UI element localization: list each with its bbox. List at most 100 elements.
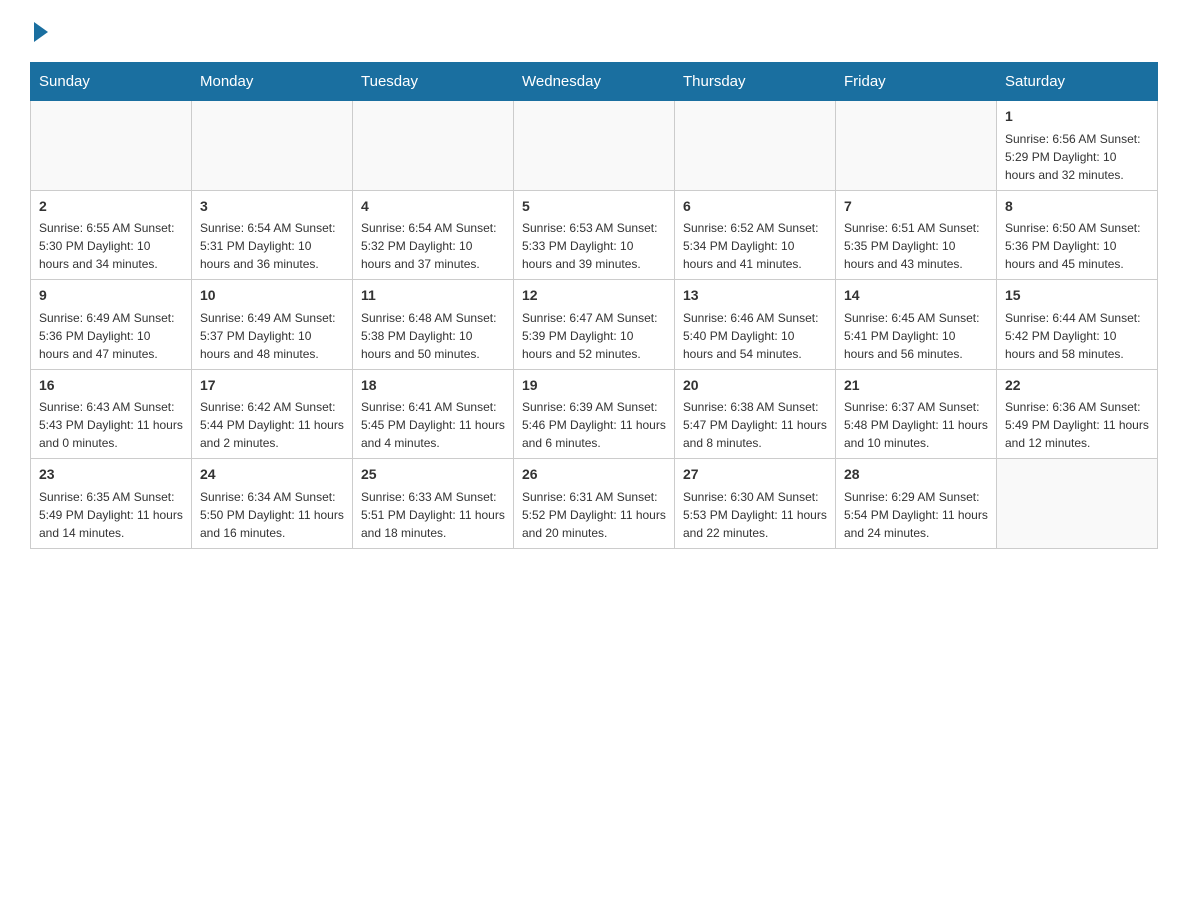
day-number: 14: [844, 286, 988, 306]
calendar-cell: 1 Sunrise: 6:56 AM Sunset: 5:29 PM Daylig…: [997, 101, 1158, 191]
calendar-cell: 22Sunrise: 6:36 AM Sunset: 5:49 PM Dayli…: [997, 369, 1158, 459]
calendar-cell: 15 Sunrise: 6:44 AM Sunset: 5:42 PM Dayli…: [997, 280, 1158, 370]
calendar-cell: 4Sunrise: 6:54 AM Sunset: 5:32 PM Daylig…: [353, 190, 514, 280]
day-info: Sunrise: 6:46 AM Sunset: 5:40 PM Dayligh…: [683, 309, 827, 363]
day-number: 18: [361, 376, 505, 396]
weekday-header-thursday: Thursday: [675, 63, 836, 101]
calendar-cell: 6Sunrise: 6:52 AM Sunset: 5:34 PM Daylig…: [675, 190, 836, 280]
calendar-cell: [192, 101, 353, 191]
calendar-table: SundayMondayTuesdayWednesdayThursdayFrid…: [30, 62, 1158, 549]
day-info: Sunrise: 6:39 AM Sunset: 5:46 PM Dayligh…: [522, 398, 666, 452]
calendar-cell: 23 Sunrise: 6:35 AM Sunset: 5:49 PM Dayli…: [31, 459, 192, 549]
weekday-header-wednesday: Wednesday: [514, 63, 675, 101]
day-info: Sunrise: 6:54 AM Sunset: 5:31 PM Dayligh…: [200, 219, 344, 273]
day-number: 13: [683, 286, 827, 306]
calendar-cell: 27 Sunrise: 6:30 AM Sunset: 5:53 PM Dayli…: [675, 459, 836, 549]
week-row-1: 1 Sunrise: 6:56 AM Sunset: 5:29 PM Daylig…: [31, 101, 1158, 191]
day-info: Sunrise: 6:44 AM Sunset: 5:42 PM Dayligh…: [1005, 309, 1149, 363]
weekday-header-sunday: Sunday: [31, 63, 192, 101]
day-number: 10: [200, 286, 344, 306]
day-number: 23: [39, 465, 183, 485]
day-info: Sunrise: 6:35 AM Sunset: 5:49 PM Dayligh…: [39, 488, 183, 542]
day-number: 25: [361, 465, 505, 485]
day-info: Sunrise: 6:43 AM Sunset: 5:43 PM Dayligh…: [39, 398, 183, 452]
day-info: Sunrise: 6:45 AM Sunset: 5:41 PM Dayligh…: [844, 309, 988, 363]
day-info: Sunrise: 6:51 AM Sunset: 5:35 PM Dayligh…: [844, 219, 988, 273]
day-info: Sunrise: 6:52 AM Sunset: 5:34 PM Dayligh…: [683, 219, 827, 273]
day-number: 15: [1005, 286, 1149, 306]
calendar-cell: 26 Sunrise: 6:31 AM Sunset: 5:52 PM Dayli…: [514, 459, 675, 549]
day-number: 4: [361, 197, 505, 217]
calendar-cell: 9Sunrise: 6:49 AM Sunset: 5:36 PM Daylig…: [31, 280, 192, 370]
day-info: Sunrise: 6:36 AM Sunset: 5:49 PM Dayligh…: [1005, 398, 1149, 452]
day-info: Sunrise: 6:42 AM Sunset: 5:44 PM Dayligh…: [200, 398, 344, 452]
day-number: 28: [844, 465, 988, 485]
day-number: 11: [361, 286, 505, 306]
day-info: Sunrise: 6:54 AM Sunset: 5:32 PM Dayligh…: [361, 219, 505, 273]
week-row-2: 2Sunrise: 6:55 AM Sunset: 5:30 PM Daylig…: [31, 190, 1158, 280]
day-number: 19: [522, 376, 666, 396]
calendar-cell: [353, 101, 514, 191]
day-number: 12: [522, 286, 666, 306]
calendar-cell: [997, 459, 1158, 549]
calendar-cell: 20Sunrise: 6:38 AM Sunset: 5:47 PM Dayli…: [675, 369, 836, 459]
day-info: Sunrise: 6:38 AM Sunset: 5:47 PM Dayligh…: [683, 398, 827, 452]
day-number: 17: [200, 376, 344, 396]
day-info: Sunrise: 6:41 AM Sunset: 5:45 PM Dayligh…: [361, 398, 505, 452]
calendar-cell: 10Sunrise: 6:49 AM Sunset: 5:37 PM Dayli…: [192, 280, 353, 370]
calendar-cell: 2Sunrise: 6:55 AM Sunset: 5:30 PM Daylig…: [31, 190, 192, 280]
day-info: Sunrise: 6:56 AM Sunset: 5:29 PM Dayligh…: [1005, 130, 1149, 184]
page-header: [30, 20, 1158, 42]
week-row-3: 9Sunrise: 6:49 AM Sunset: 5:36 PM Daylig…: [31, 280, 1158, 370]
day-number: 26: [522, 465, 666, 485]
weekday-header-friday: Friday: [836, 63, 997, 101]
day-info: Sunrise: 6:30 AM Sunset: 5:53 PM Dayligh…: [683, 488, 827, 542]
calendar-cell: 18Sunrise: 6:41 AM Sunset: 5:45 PM Dayli…: [353, 369, 514, 459]
calendar-cell: 25Sunrise: 6:33 AM Sunset: 5:51 PM Dayli…: [353, 459, 514, 549]
calendar-cell: 14 Sunrise: 6:45 AM Sunset: 5:41 PM Dayli…: [836, 280, 997, 370]
day-number: 8: [1005, 197, 1149, 217]
calendar-cell: 3Sunrise: 6:54 AM Sunset: 5:31 PM Daylig…: [192, 190, 353, 280]
day-number: 1: [1005, 107, 1149, 127]
calendar-cell: 28 Sunrise: 6:29 AM Sunset: 5:54 PM Dayli…: [836, 459, 997, 549]
day-info: Sunrise: 6:47 AM Sunset: 5:39 PM Dayligh…: [522, 309, 666, 363]
calendar-cell: [514, 101, 675, 191]
calendar-cell: [31, 101, 192, 191]
day-info: Sunrise: 6:37 AM Sunset: 5:48 PM Dayligh…: [844, 398, 988, 452]
day-number: 7: [844, 197, 988, 217]
day-number: 20: [683, 376, 827, 396]
day-info: Sunrise: 6:50 AM Sunset: 5:36 PM Dayligh…: [1005, 219, 1149, 273]
day-info: Sunrise: 6:34 AM Sunset: 5:50 PM Dayligh…: [200, 488, 344, 542]
day-info: Sunrise: 6:29 AM Sunset: 5:54 PM Dayligh…: [844, 488, 988, 542]
day-info: Sunrise: 6:31 AM Sunset: 5:52 PM Dayligh…: [522, 488, 666, 542]
day-number: 22: [1005, 376, 1149, 396]
day-number: 27: [683, 465, 827, 485]
calendar-cell: 12 Sunrise: 6:47 AM Sunset: 5:39 PM Dayli…: [514, 280, 675, 370]
calendar-cell: [836, 101, 997, 191]
calendar-cell: 16Sunrise: 6:43 AM Sunset: 5:43 PM Dayli…: [31, 369, 192, 459]
weekday-header-saturday: Saturday: [997, 63, 1158, 101]
logo-arrow-icon: [34, 22, 48, 42]
calendar-cell: 24 Sunrise: 6:34 AM Sunset: 5:50 PM Dayli…: [192, 459, 353, 549]
calendar-cell: 17Sunrise: 6:42 AM Sunset: 5:44 PM Dayli…: [192, 369, 353, 459]
calendar-cell: 5Sunrise: 6:53 AM Sunset: 5:33 PM Daylig…: [514, 190, 675, 280]
calendar-cell: 11Sunrise: 6:48 AM Sunset: 5:38 PM Dayli…: [353, 280, 514, 370]
day-number: 5: [522, 197, 666, 217]
weekday-header-row: SundayMondayTuesdayWednesdayThursdayFrid…: [31, 63, 1158, 101]
day-number: 24: [200, 465, 344, 485]
day-number: 21: [844, 376, 988, 396]
calendar-cell: 7Sunrise: 6:51 AM Sunset: 5:35 PM Daylig…: [836, 190, 997, 280]
calendar-cell: 13 Sunrise: 6:46 AM Sunset: 5:40 PM Dayli…: [675, 280, 836, 370]
week-row-5: 23 Sunrise: 6:35 AM Sunset: 5:49 PM Dayli…: [31, 459, 1158, 549]
day-info: Sunrise: 6:55 AM Sunset: 5:30 PM Dayligh…: [39, 219, 183, 273]
weekday-header-monday: Monday: [192, 63, 353, 101]
day-number: 16: [39, 376, 183, 396]
day-number: 6: [683, 197, 827, 217]
calendar-cell: [675, 101, 836, 191]
day-info: Sunrise: 6:53 AM Sunset: 5:33 PM Dayligh…: [522, 219, 666, 273]
week-row-4: 16Sunrise: 6:43 AM Sunset: 5:43 PM Dayli…: [31, 369, 1158, 459]
weekday-header-tuesday: Tuesday: [353, 63, 514, 101]
calendar-cell: 8Sunrise: 6:50 AM Sunset: 5:36 PM Daylig…: [997, 190, 1158, 280]
day-number: 9: [39, 286, 183, 306]
day-number: 3: [200, 197, 344, 217]
